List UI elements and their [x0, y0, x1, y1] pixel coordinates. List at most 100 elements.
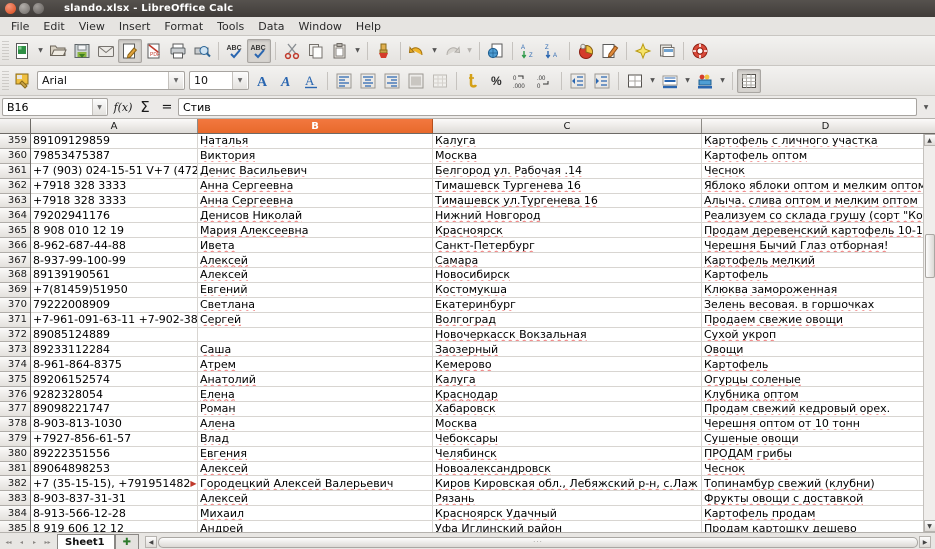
headers-footers-icon[interactable] — [655, 39, 679, 63]
menu-format[interactable]: Format — [157, 19, 210, 34]
add-decimal-icon[interactable]: 0 .000 — [509, 69, 533, 93]
table-row[interactable]: 8-962-687-44-88 Ивета Санкт-Петербург Череш… — [31, 238, 935, 254]
cell-c384[interactable]: Красноярск Удачный — [433, 506, 702, 521]
cell-a371[interactable]: +7-961-091-63-11 +7-902-380-84-89 — [31, 312, 198, 327]
row-header[interactable]: 376 — [0, 387, 30, 403]
cell-b365[interactable]: Мария Алексеевна — [198, 223, 433, 238]
menu-tools[interactable]: Tools — [210, 19, 251, 34]
menu-data[interactable]: Data — [251, 19, 291, 34]
currency-format-icon[interactable] — [461, 69, 485, 93]
cell-d368[interactable]: Картофель — [702, 268, 935, 282]
cell-b375[interactable]: Анатолий — [198, 372, 433, 387]
cells-area[interactable]: 89109129859 Наталья Калуга Картофель с личн… — [31, 134, 935, 532]
sheet-tab-sheet1[interactable]: Sheet1 — [57, 533, 115, 549]
cell-b384[interactable]: Михаил — [198, 506, 433, 521]
export-pdf-icon[interactable]: PDF — [142, 39, 166, 63]
row-header[interactable]: 374 — [0, 357, 30, 373]
cell-d382[interactable]: Топинамбур свежий (клубни) — [702, 476, 935, 490]
table-row[interactable]: 89233112284 Саша Заозерный Овощи — [31, 342, 935, 358]
menu-view[interactable]: View — [72, 19, 112, 34]
row-header[interactable]: 372 — [0, 327, 30, 343]
cell-a363[interactable]: +7918 328 3333 — [31, 193, 198, 208]
cell-a383[interactable]: 8-903-837-31-31 — [31, 491, 198, 506]
cell-b366[interactable]: Ивета — [198, 238, 433, 253]
menu-help[interactable]: Help — [349, 19, 388, 34]
new-document-icon[interactable] — [11, 39, 35, 63]
edit-mode-icon[interactable] — [118, 38, 142, 63]
background-color-dropdown[interactable]: ▼ — [717, 69, 728, 93]
border-style-dropdown[interactable]: ▼ — [682, 69, 693, 93]
draw-functions-icon[interactable] — [598, 39, 622, 63]
align-justified-icon[interactable] — [404, 69, 428, 93]
clone-formatting-icon[interactable] — [372, 39, 396, 63]
cell-a372[interactable]: 89085124889 — [31, 327, 198, 342]
row-header[interactable]: 363 — [0, 193, 30, 209]
paragraph-styles-icon[interactable] — [11, 69, 35, 93]
cell-d363[interactable]: Альıча. слива оптом и мелким оптом — [702, 194, 935, 208]
cell-a368[interactable]: 89139190561 — [31, 268, 198, 282]
row-header[interactable]: 362 — [0, 178, 30, 194]
formula-input-line[interactable]: Стив — [178, 98, 917, 116]
table-row[interactable]: 8-937-99-100-99 Алексей Самара Картофель ме… — [31, 253, 935, 269]
fx-icon[interactable]: f(x) — [112, 97, 134, 117]
cell-a376[interactable]: 9282328054 — [31, 387, 198, 402]
cell-a373[interactable]: 89233112284 — [31, 342, 198, 357]
cell-b373[interactable]: Саша — [198, 342, 433, 357]
cell-b383[interactable]: Алексей — [198, 491, 433, 506]
table-row[interactable]: 8-961-864-8375 Атрем Кемерово Картофель — [31, 357, 935, 373]
cell-c373[interactable]: Заозерный — [433, 342, 702, 357]
row-header[interactable]: 373 — [0, 342, 30, 358]
cell-c382[interactable]: Киров Кировская обл., Лебяжский р-н, с.Л… — [433, 476, 702, 491]
cell-a364[interactable]: 79202941176 — [31, 208, 198, 223]
autospellcheck-icon[interactable]: ABC — [247, 38, 271, 63]
sort-descending-icon[interactable]: ZA — [541, 39, 565, 63]
menu-edit[interactable]: Edit — [36, 19, 71, 34]
cell-c381[interactable]: Новоалександровск — [433, 461, 702, 476]
cell-a359[interactable]: 89109129859 — [31, 134, 198, 148]
cell-a370[interactable]: 79222008909 — [31, 297, 198, 312]
select-all-corner[interactable] — [0, 119, 31, 133]
column-header-c[interactable]: C — [433, 119, 702, 133]
cell-b363[interactable]: Анна Сергеевна — [198, 193, 433, 208]
sort-ascending-icon[interactable]: AZ — [517, 39, 541, 63]
cell-c367[interactable]: Самара — [433, 253, 702, 268]
cell-d376[interactable]: Клубника оптом — [702, 387, 935, 401]
cell-d371[interactable]: Продаем свежие овощи — [702, 313, 935, 327]
scroll-right-icon[interactable]: ▶ — [919, 536, 931, 548]
cell-d374[interactable]: Картофель — [702, 357, 935, 371]
row-header[interactable]: 384 — [0, 506, 30, 522]
cell-b372[interactable] — [198, 327, 433, 342]
table-row[interactable]: +7918 328 3333 Анна Сергеевна Тимашевск Ту… — [31, 178, 935, 194]
cell-c376[interactable]: Краснодар — [433, 387, 702, 402]
row-header[interactable]: 367 — [0, 253, 30, 269]
previous-sheet-icon[interactable]: ◂ — [15, 535, 28, 549]
scroll-left-icon[interactable]: ◀ — [145, 536, 158, 548]
spelling-icon[interactable]: ABC — [223, 39, 247, 63]
table-row[interactable]: 89139190561 Алексей Новосибирск Картофель — [31, 268, 935, 283]
print-icon[interactable] — [166, 39, 190, 63]
cell-a375[interactable]: 89206152574 — [31, 372, 198, 387]
cell-d384[interactable]: Картофель продам — [702, 506, 935, 520]
table-row[interactable]: +7927-856-61-57 Влад Чебоксары Сушеные овощ… — [31, 431, 935, 447]
delete-decimal-icon[interactable]: .00 0 — [533, 69, 557, 93]
cell-d362[interactable]: Яблоко яблоки оптом и мелким оптом недор… — [702, 179, 935, 193]
first-sheet-icon[interactable]: ◂◂ — [2, 535, 15, 549]
chevron-down-icon[interactable]: ▼ — [168, 72, 183, 89]
cell-d380[interactable]: ПРОДАМ грибы — [702, 447, 935, 461]
cell-c375[interactable]: Калуга — [433, 372, 702, 387]
cell-c366[interactable]: Санкт-Петербург — [433, 238, 702, 253]
cell-a379[interactable]: +7927-856-61-57 — [31, 431, 198, 446]
cell-b369[interactable]: Евгений — [198, 282, 433, 297]
help-icon[interactable] — [688, 39, 712, 63]
cell-b382[interactable]: Городецкий Алексей Валерьевич — [198, 476, 433, 491]
print-preview-icon[interactable] — [190, 39, 214, 63]
bold-icon[interactable]: A — [251, 69, 275, 93]
cell-d361[interactable]: Чеснок — [702, 164, 935, 178]
toolbar-grip[interactable] — [2, 70, 9, 91]
special-character-icon[interactable] — [631, 39, 655, 63]
new-document-dropdown[interactable]: ▼ — [35, 39, 46, 63]
row-header[interactable]: 364 — [0, 208, 30, 224]
row-header[interactable]: 359 — [0, 134, 30, 149]
background-color-icon[interactable] — [693, 69, 717, 93]
cell-c363[interactable]: Тимашевск ул.Тургенева 16 — [433, 193, 702, 208]
